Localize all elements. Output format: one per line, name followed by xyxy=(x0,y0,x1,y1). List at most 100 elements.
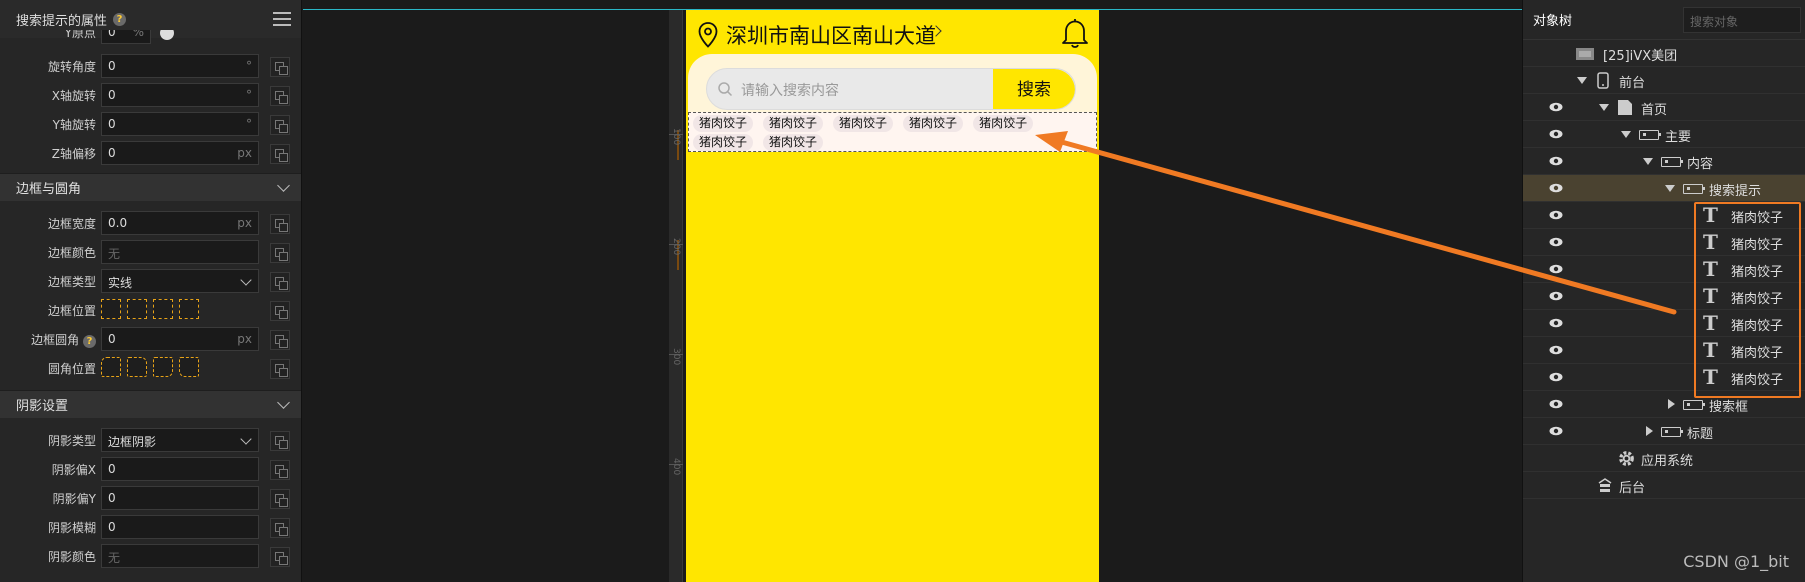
section-shadow[interactable]: 阴影设置 xyxy=(0,390,301,418)
prop-row-y-rotation: Y轴旋转 0 ° xyxy=(0,112,301,138)
search-box[interactable]: 请输入搜索内容 搜索 xyxy=(706,68,1076,110)
prop-row-y-origin: Y原点 0% xyxy=(0,30,301,44)
copy-icon[interactable] xyxy=(270,489,290,509)
search-button[interactable]: 搜索 xyxy=(993,69,1075,109)
copy-icon[interactable] xyxy=(270,272,290,292)
ruler-tick: 200 xyxy=(671,238,681,256)
caret-down-icon[interactable] xyxy=(1665,185,1675,192)
hint-tag[interactable]: 猪肉饺子 xyxy=(763,134,824,151)
eye-icon[interactable] xyxy=(1549,345,1563,355)
eye-icon[interactable] xyxy=(1549,399,1563,409)
border-bottom-icon[interactable] xyxy=(153,299,173,319)
section-border[interactable]: 边框与圆角 xyxy=(0,173,301,201)
copy-icon[interactable] xyxy=(270,460,290,480)
tree-item-app[interactable]: [25]iVX美团 xyxy=(1523,40,1805,67)
eye-icon[interactable] xyxy=(1549,291,1563,301)
slider-handle[interactable] xyxy=(160,30,174,40)
help-icon[interactable]: ? xyxy=(83,335,96,348)
border-width-input[interactable]: 0.0 px xyxy=(101,211,259,235)
copy-icon[interactable] xyxy=(270,214,290,234)
copy-icon[interactable] xyxy=(270,243,290,263)
rotation-input[interactable]: 0 ° xyxy=(101,54,259,78)
copy-icon[interactable] xyxy=(270,359,290,379)
border-radius-input[interactable]: 0 px xyxy=(101,327,259,351)
border-top-icon[interactable] xyxy=(101,299,121,319)
eye-icon[interactable] xyxy=(1549,156,1563,166)
prop-label: Y原点 xyxy=(64,30,96,40)
ruler-tick: 400 xyxy=(671,458,681,476)
copy-icon[interactable] xyxy=(270,115,290,135)
tree-label: 首页 xyxy=(1641,103,1668,118)
caret-down-icon[interactable] xyxy=(1643,158,1653,165)
eye-icon[interactable] xyxy=(1549,426,1563,436)
copy-icon[interactable] xyxy=(270,431,290,451)
hint-tag[interactable]: 猪肉饺子 xyxy=(833,115,894,132)
caret-right-icon[interactable] xyxy=(1668,399,1675,409)
object-search-input[interactable]: 搜索对象 xyxy=(1683,6,1801,33)
tree-item-frontend[interactable]: 前台 xyxy=(1523,67,1805,94)
copy-icon[interactable] xyxy=(270,301,290,321)
eye-icon[interactable] xyxy=(1549,102,1563,112)
menu-icon[interactable] xyxy=(273,12,291,26)
y-rotation-input[interactable]: 0 ° xyxy=(101,112,259,136)
prop-label: X轴旋转 xyxy=(51,89,96,103)
eye-icon[interactable] xyxy=(1549,318,1563,328)
bell-icon[interactable] xyxy=(1061,18,1089,48)
phone-preview[interactable]: 深圳市南山区南山大道 请输入搜索内容 搜索 猪肉饺子 猪肉饺子 猪肉饺子 猪肉饺… xyxy=(686,10,1099,582)
copy-icon[interactable] xyxy=(270,144,290,164)
x-rotation-input[interactable]: 0 ° xyxy=(101,83,259,107)
tree-item-content[interactable]: 内容 xyxy=(1523,148,1805,175)
corner-top-right-icon[interactable] xyxy=(127,357,147,377)
design-canvas[interactable]: 100 200 300 400 深圳市南山区南山大道 请输入搜索内容 搜索 猪肉… xyxy=(303,0,1522,582)
shadow-x-input[interactable]: 0 xyxy=(101,457,259,481)
corner-bottom-right-icon[interactable] xyxy=(153,357,173,377)
tab-object-tree[interactable]: 对象树 xyxy=(1533,10,1572,29)
tree-item-main[interactable]: 主要 xyxy=(1523,121,1805,148)
shadow-y-input[interactable]: 0 xyxy=(101,486,259,510)
eye-icon[interactable] xyxy=(1549,264,1563,274)
border-right-icon[interactable] xyxy=(127,299,147,319)
eye-icon[interactable] xyxy=(1549,129,1563,139)
eye-icon[interactable] xyxy=(1549,237,1563,247)
caret-right-icon[interactable] xyxy=(1646,426,1653,436)
tree-item-title[interactable]: 标题 xyxy=(1523,418,1805,445)
hint-tag[interactable]: 猪肉饺子 xyxy=(973,115,1034,132)
prop-label: 圆角位置 xyxy=(47,362,96,376)
copy-icon[interactable] xyxy=(270,518,290,538)
z-offset-input[interactable]: 0 px xyxy=(101,141,259,165)
corner-position-group xyxy=(101,357,199,377)
eye-icon[interactable] xyxy=(1549,210,1563,220)
tree-item-home[interactable]: 首页 xyxy=(1523,94,1805,121)
hint-tag[interactable]: 猪肉饺子 xyxy=(693,115,754,132)
search-hints[interactable]: 猪肉饺子 猪肉饺子 猪肉饺子 猪肉饺子 猪肉饺子 猪肉饺子 猪肉饺子 xyxy=(688,112,1097,152)
location-bar[interactable]: 深圳市南山区南山大道 xyxy=(686,10,1099,54)
search-input[interactable]: 请输入搜索内容 xyxy=(741,80,839,100)
y-origin-input[interactable]: 0% xyxy=(101,30,151,44)
caret-down-icon[interactable] xyxy=(1599,104,1609,111)
caret-down-icon[interactable] xyxy=(1621,131,1631,138)
copy-icon[interactable] xyxy=(270,330,290,350)
copy-icon[interactable] xyxy=(270,57,290,77)
eye-icon[interactable] xyxy=(1549,372,1563,382)
border-color-input[interactable]: 无 xyxy=(101,240,259,264)
hint-tag[interactable]: 猪肉饺子 xyxy=(903,115,964,132)
copy-icon[interactable] xyxy=(270,86,290,106)
hint-tag[interactable]: 猪肉饺子 xyxy=(693,134,754,151)
corner-bottom-left-icon[interactable] xyxy=(179,357,199,377)
tree-item-app-system[interactable]: 应用系统 xyxy=(1523,445,1805,472)
section-title: 阴影设置 xyxy=(16,399,69,414)
eye-icon[interactable] xyxy=(1549,183,1563,193)
tree-item-search-hint[interactable]: 搜索提示 xyxy=(1523,175,1805,202)
shadow-color-input[interactable]: 无 xyxy=(101,544,259,568)
shadow-type-select[interactable]: 边框阴影 xyxy=(101,428,259,452)
border-type-select[interactable]: 实线 xyxy=(101,269,259,293)
shadow-blur-input[interactable]: 0 xyxy=(101,515,259,539)
corner-top-left-icon[interactable] xyxy=(101,357,121,377)
caret-down-icon[interactable] xyxy=(1577,77,1587,84)
hint-tag[interactable]: 猪肉饺子 xyxy=(763,115,824,132)
border-left-icon[interactable] xyxy=(179,299,199,319)
prop-row-shadow-x: 阴影偏X 0 xyxy=(0,457,301,483)
copy-icon[interactable] xyxy=(270,547,290,567)
help-icon[interactable]: ? xyxy=(113,12,127,26)
tree-item-backend[interactable]: 后台 xyxy=(1523,472,1805,499)
